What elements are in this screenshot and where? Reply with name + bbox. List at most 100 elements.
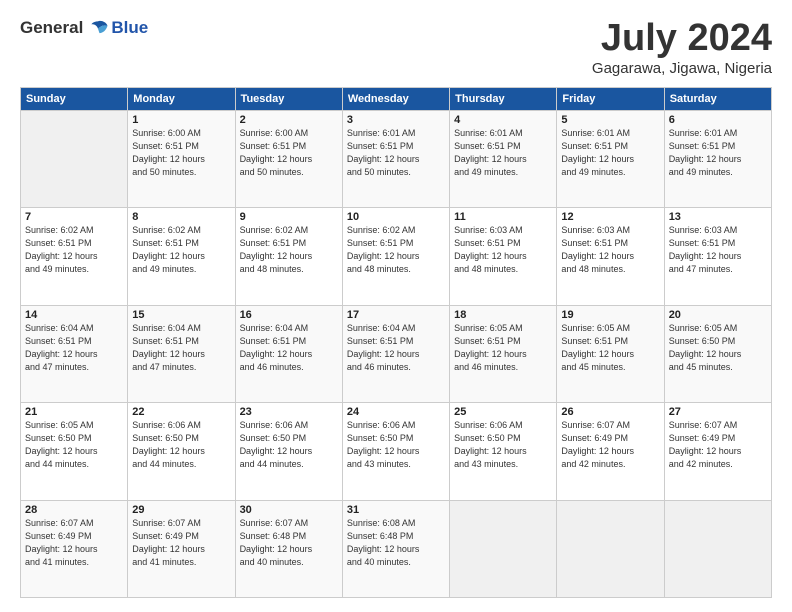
day-number: 10 (347, 211, 445, 223)
page: General Blue July 2024 Gagarawa, Jigawa,… (0, 0, 792, 612)
day-info: Sunrise: 6:01 AM Sunset: 6:51 PM Dayligh… (561, 127, 659, 179)
calendar-cell: 5Sunrise: 6:01 AM Sunset: 6:51 PM Daylig… (557, 110, 664, 207)
calendar-cell: 13Sunrise: 6:03 AM Sunset: 6:51 PM Dayli… (664, 208, 771, 305)
day-info: Sunrise: 6:01 AM Sunset: 6:51 PM Dayligh… (669, 127, 767, 179)
calendar-week-1: 1 Sunrise: 6:00 AM Sunset: 6:51 PM Daylig… (21, 110, 772, 207)
day-number: 27 (669, 406, 767, 418)
day-info: Sunrise: 6:02 AM Sunset: 6:51 PM Dayligh… (132, 224, 230, 276)
day-info: Sunrise: 6:06 AM Sunset: 6:50 PM Dayligh… (454, 419, 552, 471)
day-number: 7 (25, 211, 123, 223)
day-number: 22 (132, 406, 230, 418)
calendar-header-monday: Monday (128, 87, 235, 110)
calendar-cell: 30Sunrise: 6:07 AM Sunset: 6:48 PM Dayli… (235, 500, 342, 597)
day-info: Sunrise: 6:01 AM Sunset: 6:51 PM Dayligh… (347, 127, 445, 179)
day-number: 20 (669, 309, 767, 321)
calendar-cell (21, 110, 128, 207)
calendar-cell: 25Sunrise: 6:06 AM Sunset: 6:50 PM Dayli… (450, 403, 557, 500)
day-number: 13 (669, 211, 767, 223)
day-info: Sunrise: 6:07 AM Sunset: 6:49 PM Dayligh… (561, 419, 659, 471)
calendar-week-4: 21Sunrise: 6:05 AM Sunset: 6:50 PM Dayli… (21, 403, 772, 500)
calendar-cell: 29Sunrise: 6:07 AM Sunset: 6:49 PM Dayli… (128, 500, 235, 597)
day-number: 6 (669, 114, 767, 126)
calendar-cell: 9Sunrise: 6:02 AM Sunset: 6:51 PM Daylig… (235, 208, 342, 305)
calendar-cell (557, 500, 664, 597)
calendar-header-row: SundayMondayTuesdayWednesdayThursdayFrid… (21, 87, 772, 110)
calendar-header-tuesday: Tuesday (235, 87, 342, 110)
calendar-cell: 24Sunrise: 6:06 AM Sunset: 6:50 PM Dayli… (342, 403, 449, 500)
calendar-cell: 22Sunrise: 6:06 AM Sunset: 6:50 PM Dayli… (128, 403, 235, 500)
logo: General Blue (20, 18, 148, 38)
calendar-cell: 1Sunrise: 6:00 AM Sunset: 6:51 PM Daylig… (128, 110, 235, 207)
day-number: 2 (240, 114, 338, 126)
calendar-cell: 12Sunrise: 6:03 AM Sunset: 6:51 PM Dayli… (557, 208, 664, 305)
calendar-cell: 6Sunrise: 6:01 AM Sunset: 6:51 PM Daylig… (664, 110, 771, 207)
calendar-cell: 14Sunrise: 6:04 AM Sunset: 6:51 PM Dayli… (21, 305, 128, 402)
day-info: Sunrise: 6:05 AM Sunset: 6:51 PM Dayligh… (454, 322, 552, 374)
day-number: 19 (561, 309, 659, 321)
day-number: 4 (454, 114, 552, 126)
calendar-cell: 17Sunrise: 6:04 AM Sunset: 6:51 PM Dayli… (342, 305, 449, 402)
logo-blue-text: Blue (111, 18, 148, 38)
day-info: Sunrise: 6:04 AM Sunset: 6:51 PM Dayligh… (132, 322, 230, 374)
calendar-cell: 10Sunrise: 6:02 AM Sunset: 6:51 PM Dayli… (342, 208, 449, 305)
day-number: 5 (561, 114, 659, 126)
day-info: Sunrise: 6:03 AM Sunset: 6:51 PM Dayligh… (454, 224, 552, 276)
calendar-cell: 27Sunrise: 6:07 AM Sunset: 6:49 PM Dayli… (664, 403, 771, 500)
day-info: Sunrise: 6:00 AM Sunset: 6:51 PM Dayligh… (240, 127, 338, 179)
day-number: 26 (561, 406, 659, 418)
day-info: Sunrise: 6:04 AM Sunset: 6:51 PM Dayligh… (25, 322, 123, 374)
calendar-cell: 18Sunrise: 6:05 AM Sunset: 6:51 PM Dayli… (450, 305, 557, 402)
calendar-header-friday: Friday (557, 87, 664, 110)
day-info: Sunrise: 6:06 AM Sunset: 6:50 PM Dayligh… (132, 419, 230, 471)
logo-general-text: General (20, 18, 83, 38)
main-title: July 2024 (592, 18, 772, 60)
day-number: 25 (454, 406, 552, 418)
day-number: 1 (132, 114, 230, 126)
day-number: 18 (454, 309, 552, 321)
day-number: 23 (240, 406, 338, 418)
calendar-cell: 7Sunrise: 6:02 AM Sunset: 6:51 PM Daylig… (21, 208, 128, 305)
calendar-cell (450, 500, 557, 597)
day-number: 31 (347, 504, 445, 516)
calendar-week-5: 28Sunrise: 6:07 AM Sunset: 6:49 PM Dayli… (21, 500, 772, 597)
day-number: 17 (347, 309, 445, 321)
header: General Blue July 2024 Gagarawa, Jigawa,… (20, 18, 772, 77)
day-info: Sunrise: 6:07 AM Sunset: 6:49 PM Dayligh… (25, 517, 123, 569)
calendar-cell: 31Sunrise: 6:08 AM Sunset: 6:48 PM Dayli… (342, 500, 449, 597)
day-info: Sunrise: 6:03 AM Sunset: 6:51 PM Dayligh… (669, 224, 767, 276)
day-info: Sunrise: 6:06 AM Sunset: 6:50 PM Dayligh… (240, 419, 338, 471)
calendar-cell: 21Sunrise: 6:05 AM Sunset: 6:50 PM Dayli… (21, 403, 128, 500)
day-info: Sunrise: 6:04 AM Sunset: 6:51 PM Dayligh… (240, 322, 338, 374)
day-number: 29 (132, 504, 230, 516)
day-number: 12 (561, 211, 659, 223)
day-number: 15 (132, 309, 230, 321)
calendar-cell (664, 500, 771, 597)
day-info: Sunrise: 6:02 AM Sunset: 6:51 PM Dayligh… (25, 224, 123, 276)
calendar-cell: 15Sunrise: 6:04 AM Sunset: 6:51 PM Dayli… (128, 305, 235, 402)
calendar-cell: 3Sunrise: 6:01 AM Sunset: 6:51 PM Daylig… (342, 110, 449, 207)
calendar-cell: 26Sunrise: 6:07 AM Sunset: 6:49 PM Dayli… (557, 403, 664, 500)
calendar-header-thursday: Thursday (450, 87, 557, 110)
title-block: July 2024 Gagarawa, Jigawa, Nigeria (592, 18, 772, 77)
calendar-cell: 4Sunrise: 6:01 AM Sunset: 6:51 PM Daylig… (450, 110, 557, 207)
day-info: Sunrise: 6:05 AM Sunset: 6:51 PM Dayligh… (561, 322, 659, 374)
day-info: Sunrise: 6:05 AM Sunset: 6:50 PM Dayligh… (669, 322, 767, 374)
day-number: 28 (25, 504, 123, 516)
calendar-week-2: 7Sunrise: 6:02 AM Sunset: 6:51 PM Daylig… (21, 208, 772, 305)
day-number: 21 (25, 406, 123, 418)
day-info: Sunrise: 6:07 AM Sunset: 6:49 PM Dayligh… (669, 419, 767, 471)
calendar-cell: 19Sunrise: 6:05 AM Sunset: 6:51 PM Dayli… (557, 305, 664, 402)
day-info: Sunrise: 6:02 AM Sunset: 6:51 PM Dayligh… (240, 224, 338, 276)
calendar-cell: 23Sunrise: 6:06 AM Sunset: 6:50 PM Dayli… (235, 403, 342, 500)
day-number: 16 (240, 309, 338, 321)
calendar-week-3: 14Sunrise: 6:04 AM Sunset: 6:51 PM Dayli… (21, 305, 772, 402)
day-number: 24 (347, 406, 445, 418)
day-number: 9 (240, 211, 338, 223)
calendar-header-wednesday: Wednesday (342, 87, 449, 110)
day-info: Sunrise: 6:03 AM Sunset: 6:51 PM Dayligh… (561, 224, 659, 276)
calendar-cell: 11Sunrise: 6:03 AM Sunset: 6:51 PM Dayli… (450, 208, 557, 305)
calendar-cell: 20Sunrise: 6:05 AM Sunset: 6:50 PM Dayli… (664, 305, 771, 402)
logo-bird-icon (87, 19, 109, 37)
subtitle: Gagarawa, Jigawa, Nigeria (592, 60, 772, 77)
calendar-cell: 28Sunrise: 6:07 AM Sunset: 6:49 PM Dayli… (21, 500, 128, 597)
